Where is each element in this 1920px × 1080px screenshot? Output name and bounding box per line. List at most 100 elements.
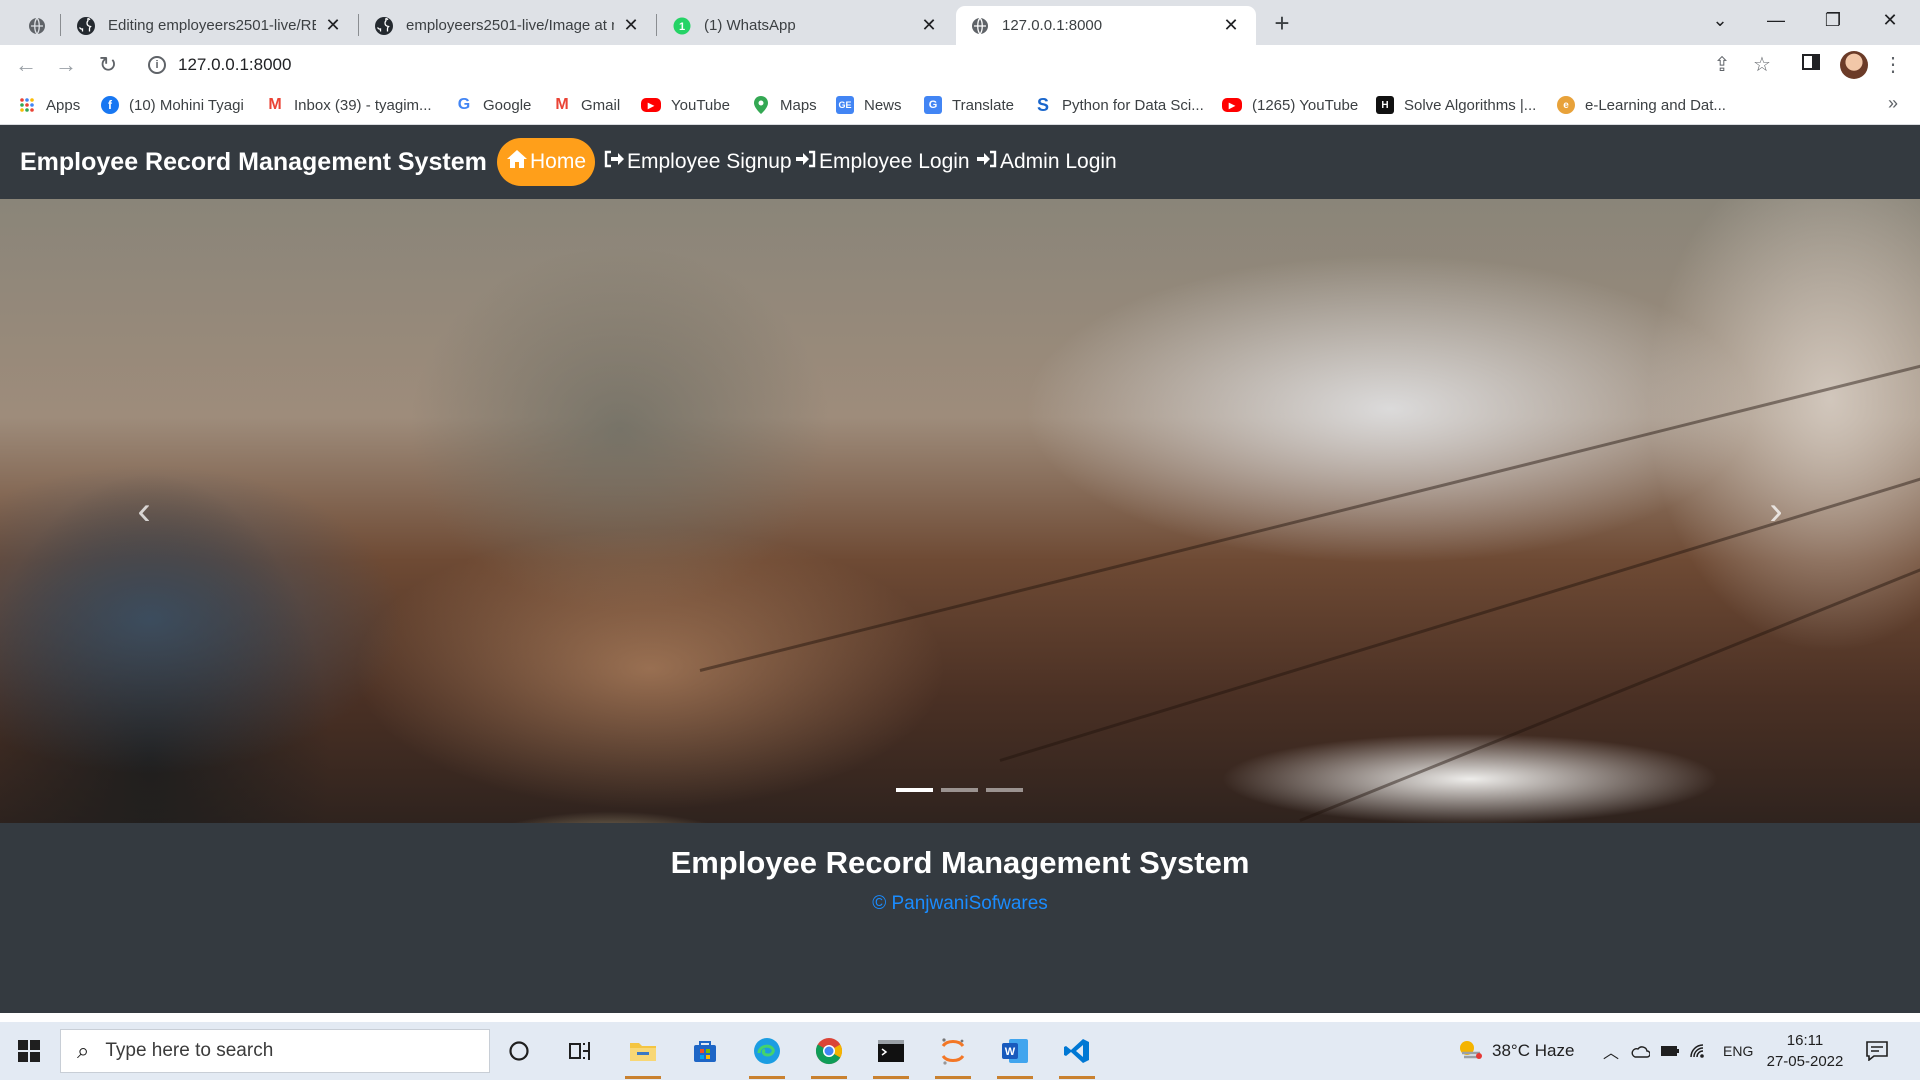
bookmark-translate[interactable]: G Translate [924,95,1014,115]
restore-button[interactable]: ❐ [1805,0,1861,40]
table-plank-line [1299,519,1920,822]
taskbar-search[interactable]: ⌕ Type here to search [60,1029,490,1073]
new-tab-button[interactable]: + [1266,9,1298,39]
tab-title: 127.0.0.1:8000 [1002,17,1103,34]
gmail-icon: M [555,96,569,113]
forward-arrow-icon[interactable]: → [50,49,82,81]
google-icon: G [457,96,471,113]
profile-avatar[interactable] [1840,51,1868,79]
bookmark-e-learning[interactable]: e e-Learning and Dat... [1557,95,1726,115]
edge-browser-icon[interactable] [745,1029,789,1079]
tab-editing-readme[interactable]: Editing employeers2501-live/REA ✕ [62,6,358,45]
weather-widget[interactable]: 38°C Haze [1456,1022,1574,1080]
nav-employee-signup-label: Employee Signup [627,150,792,173]
nav-employee-signup[interactable]: Employee Signup [594,138,801,186]
bookmark-google[interactable]: G Google [455,95,532,115]
carousel-indicators [896,788,1023,792]
carousel-indicator-2[interactable] [941,788,978,792]
bookmark-label: News [864,96,902,114]
show-hidden-icons-chevron[interactable]: ︿ [1603,1022,1619,1080]
close-tab-icon[interactable]: ✕ [620,15,642,37]
more-bookmarks-icon[interactable]: » [1888,93,1898,114]
windows-taskbar: ⌕ Type here to search W 38°C Haze ︿ ENG … [0,1022,1920,1080]
close-window-button[interactable]: ✕ [1862,0,1918,40]
tab-image-at-main[interactable]: employeers2501-live/Image at m ✕ [360,6,656,45]
word-icon[interactable]: W [993,1029,1037,1079]
wifi-icon[interactable] [1689,1022,1709,1080]
bookmark-youtube[interactable]: ▶ YouTube [641,95,730,115]
vscode-icon[interactable] [1055,1029,1099,1079]
bookmark-apps[interactable]: Apps [18,95,80,115]
chrome-icon[interactable] [807,1029,851,1079]
tab-pinned[interactable] [14,6,60,45]
bookmark-star-icon[interactable]: ☆ [1748,51,1776,79]
site-brand[interactable]: Employee Record Management System [20,148,487,177]
close-tab-icon[interactable]: ✕ [322,15,344,37]
address-bar[interactable]: i 127.0.0.1:8000 [136,48,1756,82]
news-icon: GE [836,96,854,114]
tab-whatsapp[interactable]: 1 (1) WhatsApp ✕ [658,6,954,45]
notifications-icon[interactable] [1866,1022,1888,1080]
onedrive-cloud-icon[interactable] [1630,1022,1650,1080]
bookmark-news[interactable]: GE News [836,95,902,115]
nav-employee-login[interactable]: Employee Login [786,138,979,186]
bookmark-python-data-science[interactable]: S Python for Data Sci... [1034,95,1204,115]
jupyter-icon[interactable] [931,1029,975,1079]
bookmark-inbox[interactable]: M Inbox (39) - tyagim... [266,95,432,115]
tab-localhost[interactable]: 127.0.0.1:8000 ✕ [956,6,1256,45]
language-indicator[interactable]: ENG [1723,1022,1753,1080]
cortana-icon[interactable] [497,1029,541,1073]
carousel-next-icon[interactable]: › [1756,489,1796,533]
microsoft-store-icon[interactable] [683,1029,727,1073]
nav-admin-login[interactable]: Admin Login [967,138,1126,186]
side-panel-icon[interactable] [1797,51,1825,79]
menu-dots-icon[interactable]: ⋮ [1879,51,1907,79]
reload-icon[interactable]: ↻ [92,49,124,81]
carousel-indicator-3[interactable] [986,788,1023,792]
bookmark-facebook[interactable]: f (10) Mohini Tyagi [101,95,244,115]
tab-search-icon[interactable]: ⌄ [1692,0,1748,40]
youtube-icon: ▶ [641,98,661,112]
nav-admin-login-label: Admin Login [1000,150,1117,173]
bookmark-youtube-1265[interactable]: ▶ (1265) YouTube [1222,95,1358,115]
github-icon [76,16,96,36]
carousel-indicator-1[interactable] [896,788,933,792]
nav-home[interactable]: Home [497,138,596,186]
weather-haze-icon [1456,1037,1484,1066]
bookmark-label: Inbox (39) - tyagim... [294,96,432,114]
whatsapp-icon: 1 [672,16,692,36]
task-view-icon[interactable] [558,1029,602,1073]
footer-copyright-link[interactable]: © PanjwaniSofwares [0,893,1920,915]
s-icon: S [1036,94,1049,115]
sign-out-icon [603,149,625,175]
close-tab-icon[interactable]: ✕ [1220,15,1242,37]
carousel-prev-icon[interactable]: ‹ [124,489,164,533]
bookmark-label: Maps [780,96,817,114]
start-button[interactable] [0,1022,58,1080]
windows-logo-icon [18,1040,40,1062]
share-icon[interactable]: ⇪ [1708,51,1736,79]
sign-in-icon [795,149,817,175]
page-bottom-gap [0,1013,1920,1022]
back-arrow-icon[interactable]: ← [10,49,42,81]
minimize-button[interactable]: — [1748,0,1804,40]
bookmark-solve-algorithms[interactable]: H Solve Algorithms |... [1376,95,1536,115]
search-icon: ⌕ [77,1038,90,1063]
tab-title: employeers2501-live/Image at m [406,17,614,34]
close-tab-icon[interactable]: ✕ [918,15,940,37]
facebook-icon: f [101,96,119,114]
battery-icon[interactable] [1660,1022,1680,1080]
clock-date: 27-05-2022 [1766,1053,1844,1070]
site-info-icon[interactable]: i [148,56,166,74]
tab-title: Editing employeers2501-live/REA [108,17,316,34]
bookmark-label: YouTube [671,96,730,114]
apps-grid-icon [18,96,36,114]
bookmark-label: Solve Algorithms |... [1404,96,1537,114]
taskbar-clock[interactable]: 16:11 27-05-2022 [1760,1030,1850,1072]
tab-title: (1) WhatsApp [704,17,796,34]
file-explorer-icon[interactable] [621,1029,665,1079]
terminal-icon[interactable] [869,1029,913,1079]
address-url[interactable]: 127.0.0.1:8000 [178,55,291,75]
bookmark-gmail[interactable]: M Gmail [553,95,620,115]
bookmark-maps[interactable]: Maps [752,95,817,115]
